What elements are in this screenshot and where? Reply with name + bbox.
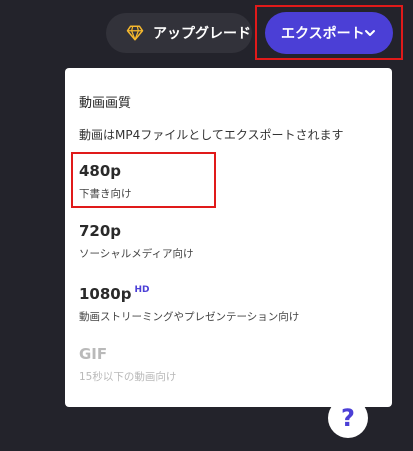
upgrade-label: アップグレード	[153, 26, 251, 42]
menu-description: 動画はMP4ファイルとしてエクスポートされます	[79, 128, 344, 142]
option-subtitle: 下書き向け	[79, 188, 132, 200]
menu-title: 動画画質	[79, 96, 132, 111]
export-label: エクスポート	[281, 26, 365, 42]
option-1080p[interactable]: 1080p HD 動画ストリーミングやプレゼンテーション向け	[65, 285, 392, 331]
chevron-down-icon	[363, 26, 377, 40]
option-720p[interactable]: 720p ソーシャルメディア向け	[65, 222, 392, 268]
option-title-wrap: 1080p HD	[79, 285, 150, 303]
option-title: 480p	[79, 162, 122, 180]
option-subtitle: ソーシャルメディア向け	[79, 248, 194, 260]
help-label: ?	[341, 404, 355, 432]
option-subtitle: 動画ストリーミングやプレゼンテーション向け	[79, 311, 300, 323]
option-title: GIF	[79, 345, 108, 363]
option-gif: GIF 15秒以下の動画向け	[65, 345, 392, 391]
upgrade-button[interactable]: アップグレード	[106, 13, 252, 53]
option-480p[interactable]: 480p 下書き向け	[65, 162, 392, 208]
option-title: 720p	[79, 222, 122, 240]
export-quality-menu: 動画画質 動画はMP4ファイルとしてエクスポートされます 480p 下書き向け …	[65, 68, 392, 407]
hd-badge: HD	[134, 285, 150, 295]
export-button[interactable]: エクスポート	[265, 12, 393, 54]
option-title: 1080p	[79, 285, 132, 303]
help-button[interactable]: ?	[328, 398, 368, 438]
option-subtitle: 15秒以下の動画向け	[79, 371, 177, 383]
diamond-icon	[126, 24, 144, 42]
